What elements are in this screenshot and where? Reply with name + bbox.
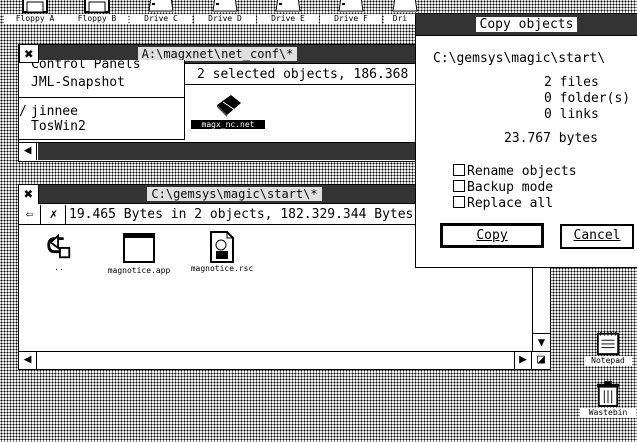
trash-label: Wastebin [580, 408, 636, 418]
checkbox-box[interactable] [453, 196, 465, 208]
drive-label: Drive F [320, 14, 382, 24]
menu-divider [19, 97, 184, 98]
drive-label: Dri [384, 14, 416, 24]
parent-folder-icon [47, 233, 71, 259]
drive-label: Drive D [194, 14, 256, 24]
resize-handle-icon[interactable]: ◪ [532, 352, 550, 369]
scroll-track[interactable] [38, 352, 512, 369]
scroll-track[interactable] [38, 143, 416, 160]
file-label: .. [54, 263, 64, 272]
hard-drive-icon [392, 0, 418, 12]
byte-total: 23.767 bytes [504, 131, 598, 146]
file-label: magnotice.rsc [190, 264, 254, 273]
file-item-rsc[interactable]: magnotice.rsc [184, 231, 260, 273]
replace-all-checkbox[interactable]: Replace all [453, 196, 553, 211]
info-text: 2 selected objects, 186.368 [197, 67, 409, 82]
horizontal-scrollbar[interactable]: ◀ ▶ ◪ [19, 351, 550, 369]
info-bar: 2 selected objects, 186.368 [185, 65, 416, 85]
resource-file-icon [210, 231, 234, 263]
drive-icon-floppy-b[interactable]: Floppy B [66, 0, 128, 27]
copy-button[interactable]: Copy [440, 223, 544, 248]
dialog-path: C:\gemsys\magic\start\ [433, 51, 606, 66]
file-count: 2 files [544, 75, 599, 90]
drive-icon-e[interactable]: Drive E [257, 0, 319, 27]
menu-item-jml-snapshot[interactable]: JML-Snapshot [19, 75, 184, 90]
scroll-left-arrow-icon[interactable]: ◀ [19, 143, 37, 160]
drive-label: Floppy B [66, 14, 128, 24]
dialog-titlebar[interactable]: Copy objects [416, 14, 637, 36]
close-icon[interactable]: ✖ [19, 185, 39, 204]
drive-icon-c[interactable]: Drive C [130, 0, 192, 27]
menu-anchor-icon[interactable]: ✖ [19, 44, 39, 63]
drive-icon-g[interactable]: Dri [384, 0, 418, 27]
drive-label: Drive E [257, 14, 319, 24]
hard-drive-icon [338, 0, 364, 12]
window-title: A:\magxnet\net_conf\* [19, 47, 416, 61]
link-count: 0 links [544, 107, 599, 122]
application-icon [123, 233, 155, 263]
file-item-app[interactable]: magnotice.app [101, 233, 177, 275]
rename-objects-checkbox[interactable]: Rename objects [453, 164, 577, 179]
trash-desktop-icon[interactable]: Wastebin [580, 380, 636, 420]
trash-icon [596, 381, 620, 407]
backup-mode-checkbox[interactable]: Backup mode [453, 180, 553, 195]
copy-objects-dialog[interactable]: Copy objects C:\gemsys\magic\start\ 2 fi… [415, 13, 637, 268]
menu-item-toswin2[interactable]: TosWin2 [19, 119, 184, 134]
floppy-icon [84, 0, 110, 13]
drive-label: Floppy A [4, 14, 66, 24]
network-config-icon [217, 95, 241, 117]
file-item-parent[interactable]: .. [39, 233, 79, 272]
info-text: 19.465 Bytes in 2 objects, 182.329.344 B… [69, 207, 414, 222]
tools-icon[interactable]: ✗ [42, 205, 66, 224]
scroll-left-arrow-icon[interactable]: ◀ [19, 352, 37, 369]
hard-drive-icon [275, 0, 301, 12]
notepad-label: Notepad [584, 356, 632, 366]
menu-item-control-panels[interactable]: Control Panels [19, 60, 184, 73]
menu-item-jinnee[interactable]: / jinnee [19, 104, 184, 119]
checkbox-box[interactable] [453, 164, 465, 176]
back-arrow-icon[interactable]: ⇦ [19, 205, 41, 224]
popup-menu[interactable]: Control Panels JML-Snapshot / jinnee TosW… [18, 60, 185, 140]
scroll-down-arrow-icon[interactable]: ▼ [533, 333, 550, 351]
hard-drive-icon [148, 0, 174, 12]
checkmark-icon: / [19, 104, 27, 119]
folder-count: 0 folder(s) [544, 91, 631, 106]
horizontal-scrollbar[interactable]: ◀ [19, 142, 416, 160]
cancel-button[interactable]: Cancel [560, 224, 634, 249]
drive-icon-floppy-a[interactable]: Floppy A [4, 0, 66, 27]
notepad-icon [596, 331, 620, 355]
file-item[interactable]: magx_nc.net [191, 93, 265, 129]
file-label: magx_nc.net [191, 120, 265, 129]
hard-drive-icon [212, 0, 238, 12]
window-title: C:\gemsys\magic\start\* [39, 187, 430, 201]
dialog-title: Copy objects [416, 17, 637, 32]
notepad-desktop-icon[interactable]: Notepad [584, 330, 632, 370]
drive-icon-f[interactable]: Drive F [320, 0, 382, 27]
drive-label: Drive C [130, 14, 192, 24]
file-label: magnotice.app [107, 266, 171, 275]
floppy-icon [22, 0, 48, 13]
checkbox-box[interactable] [453, 180, 465, 192]
scroll-right-arrow-icon[interactable]: ▶ [514, 352, 532, 369]
drive-icon-d[interactable]: Drive D [194, 0, 256, 27]
